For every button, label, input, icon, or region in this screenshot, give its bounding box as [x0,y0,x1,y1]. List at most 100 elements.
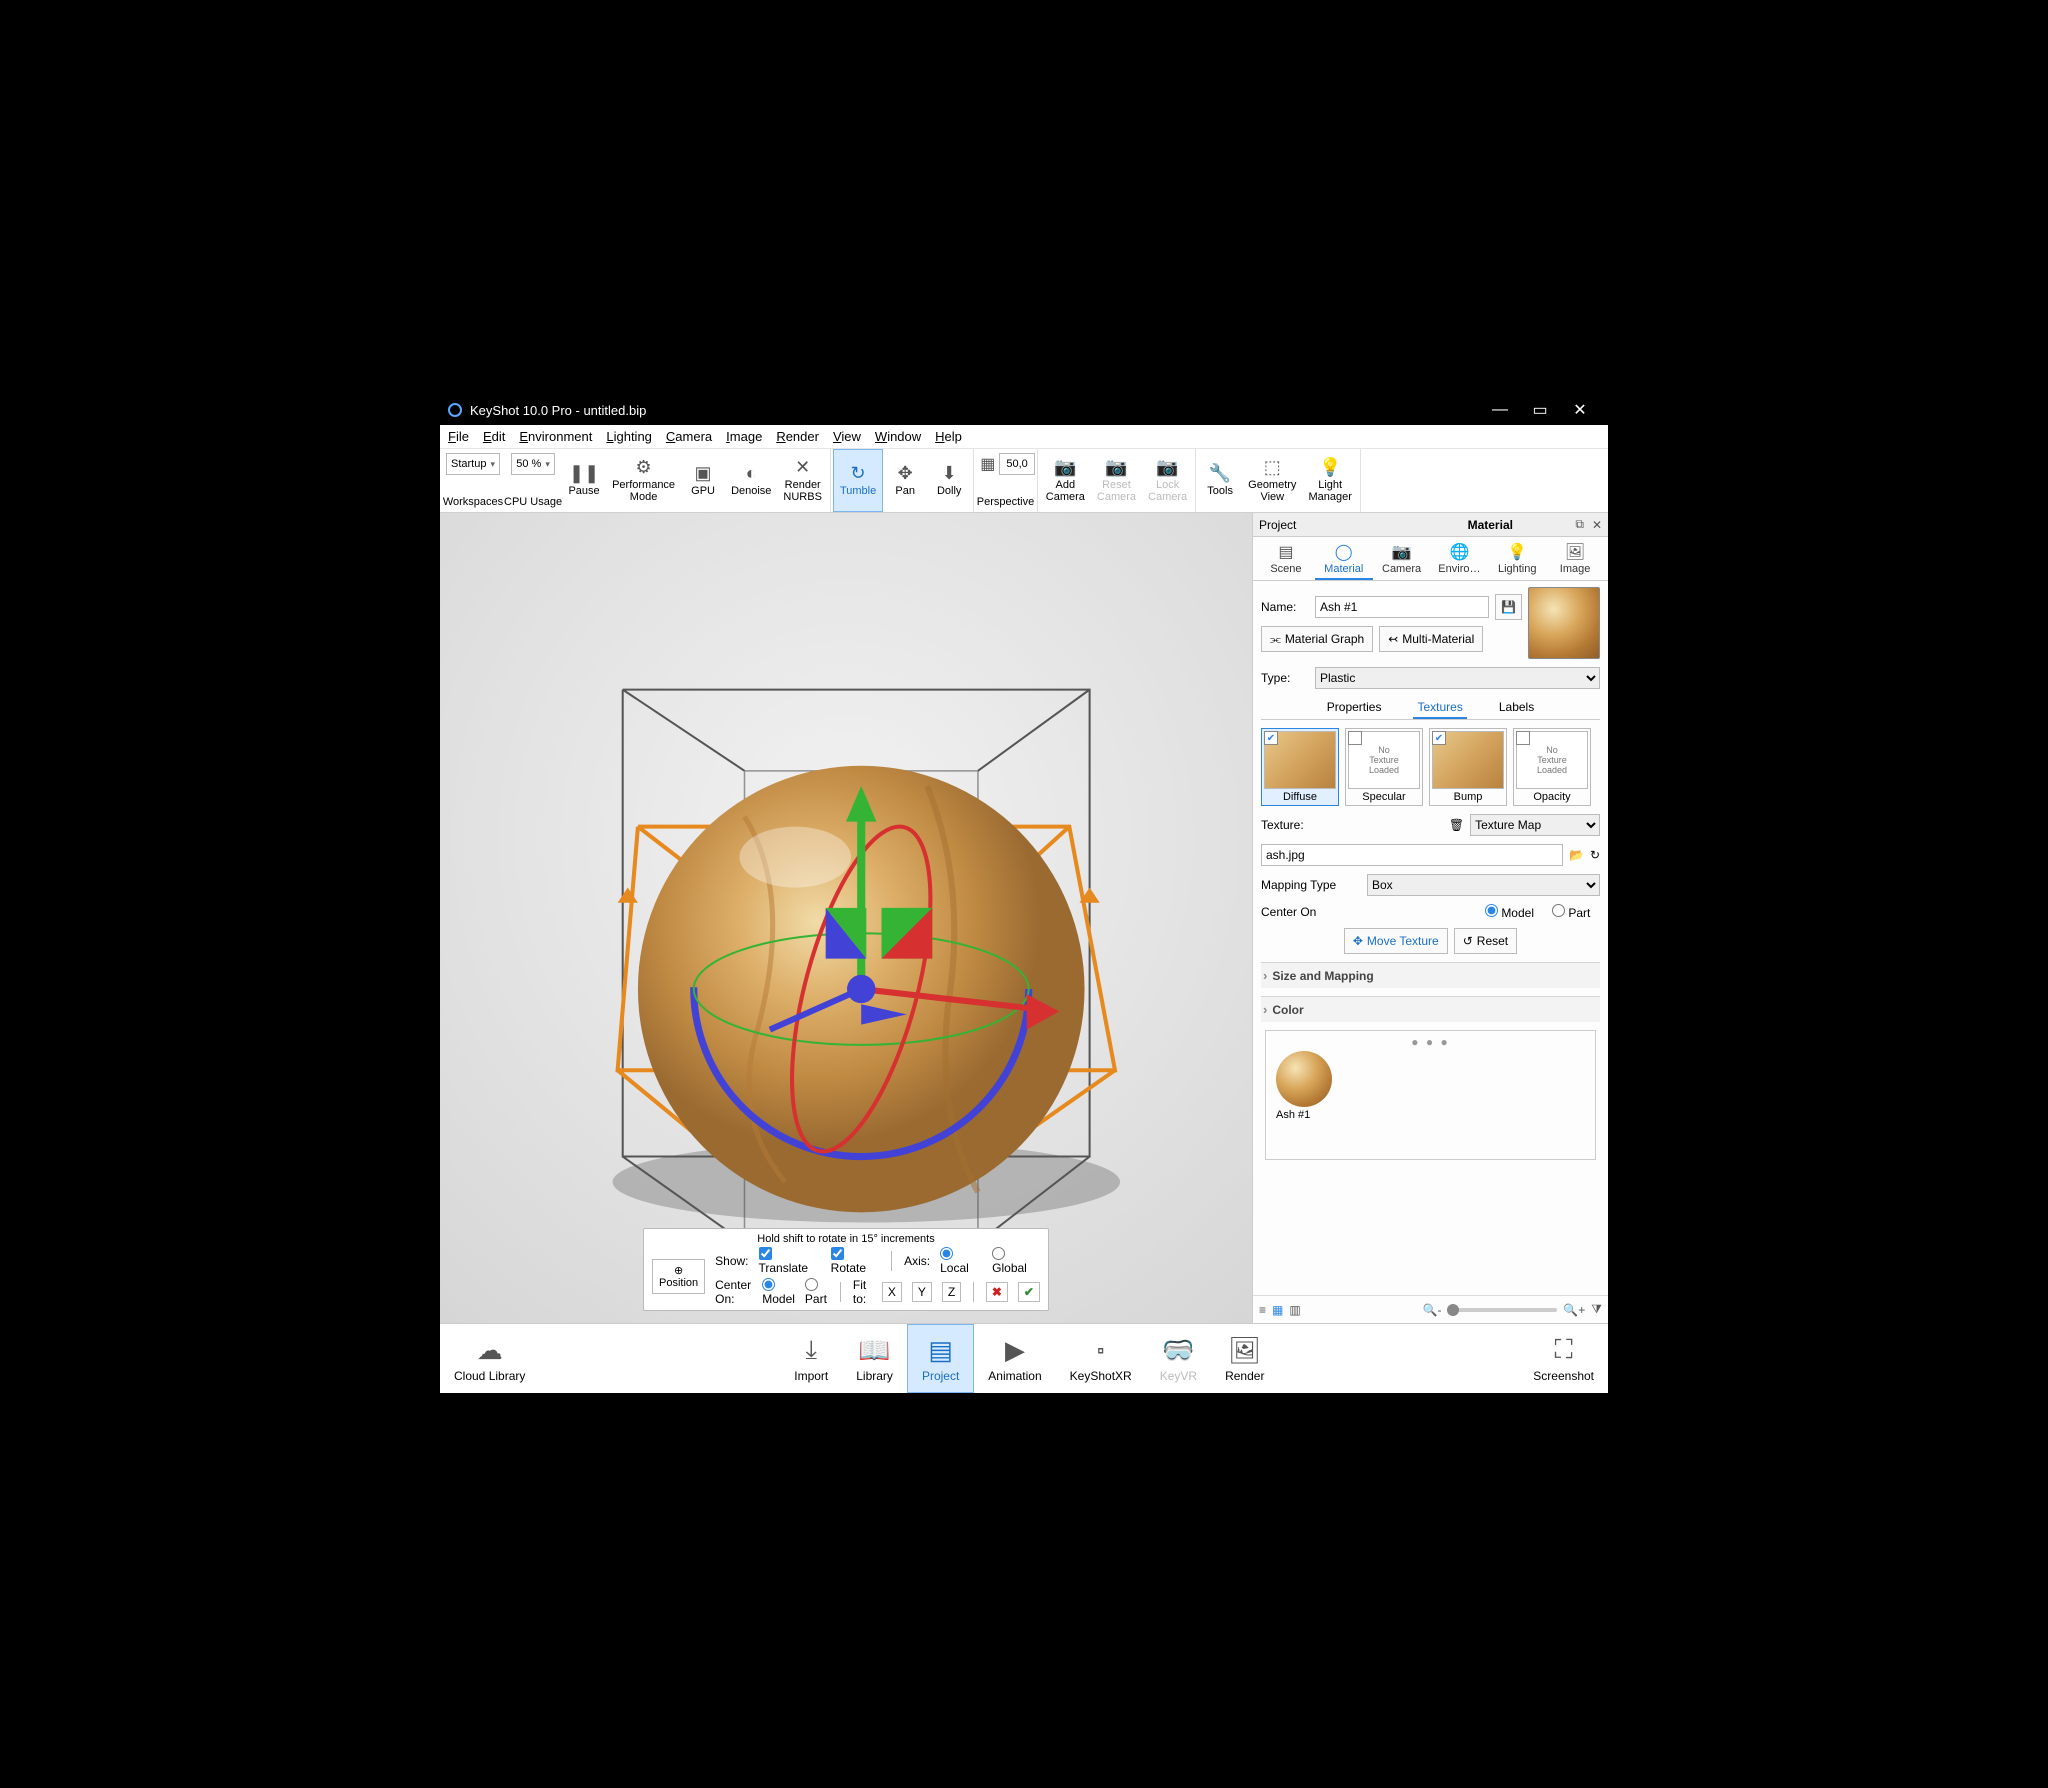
axis-local-radio[interactable]: Local [940,1247,982,1275]
tab-scene[interactable]: ▤Scene [1257,539,1315,580]
cpu-usage-dropdown[interactable]: 50 % [511,453,555,475]
import-button[interactable]: ⤓Import [780,1324,842,1393]
material-graph-button[interactable]: ⫘Material Graph [1261,626,1373,652]
position-button[interactable]: ⊕ Position [652,1259,705,1294]
rotate-checkbox[interactable]: Rotate [831,1247,879,1275]
maximize-button[interactable]: ▭ [1520,400,1560,420]
tab-image[interactable]: 🖼Image [1546,539,1604,580]
center-part-radio[interactable]: Part [1552,904,1600,920]
panel-close-icon[interactable]: ✕ [1592,518,1602,532]
tab-material[interactable]: ◯Material [1315,539,1373,580]
menu-window[interactable]: Window [875,429,921,444]
workspace-dropdown[interactable]: Startup [446,453,500,475]
texture-opacity[interactable]: No Texture Loaded Opacity [1513,728,1591,806]
texture-type-dropdown[interactable]: Texture Map [1470,814,1600,836]
mapping-type-label: Mapping Type [1261,878,1361,892]
center-model-radio[interactable]: Model [762,1278,795,1306]
render-nurbs-button[interactable]: ✕Render NURBS [777,449,828,512]
gpu-button[interactable]: ▣GPU [681,449,725,512]
panel-breadcrumb: Project [1259,518,1413,532]
drag-handle-icon[interactable]: ● ● ● [1411,1035,1449,1049]
menu-lighting[interactable]: Lighting [606,429,652,444]
menu-file[interactable]: File [448,429,469,444]
pause-button[interactable]: ❚❚Pause [562,449,606,512]
menu-help[interactable]: Help [935,429,962,444]
fit-x-button[interactable]: X [882,1282,902,1302]
save-material-button[interactable]: 💾 [1495,594,1522,620]
tumble-icon: ↻ [851,464,866,482]
close-button[interactable]: ✕ [1560,400,1600,420]
browse-icon[interactable]: 📂 [1569,848,1584,862]
book-icon: 📖 [858,1335,890,1366]
camera-add-icon: 📷 [1054,458,1076,476]
dolly-button[interactable]: ⬇Dolly [927,449,971,512]
subtab-properties[interactable]: Properties [1323,697,1386,719]
render-button[interactable]: 🖼Render [1211,1324,1278,1393]
compact-view-icon[interactable]: ▥ [1289,1303,1300,1317]
confirm-button[interactable]: ✔ [1018,1282,1040,1302]
cancel-button[interactable]: ✖ [986,1282,1008,1302]
texture-bump[interactable]: ✔ Bump [1429,728,1507,806]
tumble-button[interactable]: ↻Tumble [833,449,883,512]
minimize-button[interactable]: — [1480,401,1520,419]
perspective-label: Perspective [977,496,1034,512]
viewport[interactable]: Hold shift to rotate in 15° increments ⊕… [440,513,1253,1323]
list-view-icon[interactable]: ≡ [1259,1303,1266,1317]
performance-mode-button[interactable]: ⚙Performance Mode [606,449,681,512]
tab-environment[interactable]: 🌐Enviro… [1430,539,1488,580]
screenshot-button[interactable]: ⛶Screenshot [1519,1324,1608,1393]
subtab-labels[interactable]: Labels [1495,697,1538,719]
menu-environment[interactable]: Environment [519,429,592,444]
add-camera-button[interactable]: 📷Add Camera [1040,449,1091,512]
reload-icon[interactable]: ↻ [1590,848,1600,862]
menu-camera[interactable]: Camera [666,429,712,444]
material-name-input[interactable] [1315,596,1489,618]
tab-camera[interactable]: 📷Camera [1373,539,1431,580]
center-part-radio[interactable]: Part [805,1278,828,1306]
axis-global-radio[interactable]: Global [992,1247,1040,1275]
material-preview[interactable] [1528,587,1600,659]
geometry-view-button[interactable]: ⬚Geometry View [1242,449,1302,512]
section-color[interactable]: Color [1261,996,1600,1022]
menu-image[interactable]: Image [726,429,762,444]
cloud-library-button[interactable]: ☁Cloud Library [440,1324,539,1393]
multi-material-button[interactable]: ↢Multi-Material [1379,626,1483,652]
light-manager-button[interactable]: 💡Light Manager [1302,449,1357,512]
menu-render[interactable]: Render [776,429,819,444]
section-size-mapping[interactable]: Size and Mapping [1261,962,1600,988]
move-texture-button[interactable]: ✥Move Texture [1344,928,1448,954]
reset-button[interactable]: ↺Reset [1454,928,1517,954]
zoom-out-icon[interactable]: 🔍- [1423,1303,1442,1317]
delete-texture-button[interactable]: 🗑 [1449,818,1464,832]
library-button[interactable]: 📖Library [842,1324,907,1393]
tools-button[interactable]: 🔧Tools [1198,449,1242,512]
type-dropdown[interactable]: Plastic [1315,667,1600,689]
reset-icon: ↺ [1463,934,1473,948]
perspective-value[interactable]: 50,0 [999,453,1034,475]
texture-specular[interactable]: No Texture Loaded Specular [1345,728,1423,806]
menu-view[interactable]: View [833,429,861,444]
queue-item-thumb[interactable] [1276,1051,1332,1107]
undock-icon[interactable]: ⧉ [1575,517,1584,532]
denoise-button[interactable]: ◐Denoise [725,449,777,512]
menu-edit[interactable]: Edit [483,429,505,444]
translate-checkbox[interactable]: Translate [759,1247,821,1275]
fit-z-button[interactable]: Z [942,1282,961,1302]
zoom-slider[interactable] [1447,1308,1557,1312]
center-model-radio[interactable]: Model [1485,904,1534,920]
mapping-type-dropdown[interactable]: Box [1367,874,1600,896]
project-button[interactable]: ▤Project [907,1324,974,1393]
grid-view-icon[interactable]: ▦ [1272,1303,1283,1317]
zoom-in-icon[interactable]: 🔍+ [1563,1303,1585,1317]
tab-lighting[interactable]: 💡Lighting [1488,539,1546,580]
filter-icon[interactable]: ⧩ [1591,1302,1602,1317]
panel-titlebar: Project Material ⧉ ✕ [1253,513,1608,537]
camera-lock-icon: 📷 [1156,458,1178,476]
texture-file-input[interactable] [1261,844,1563,866]
texture-diffuse[interactable]: ✔ Diffuse [1261,728,1339,806]
pan-button[interactable]: ✥Pan [883,449,927,512]
keyshotxr-button[interactable]: ⬞KeyShotXR [1056,1324,1146,1393]
fit-y-button[interactable]: Y [912,1282,932,1302]
animation-button[interactable]: ▶Animation [974,1324,1055,1393]
subtab-textures[interactable]: Textures [1413,697,1466,719]
